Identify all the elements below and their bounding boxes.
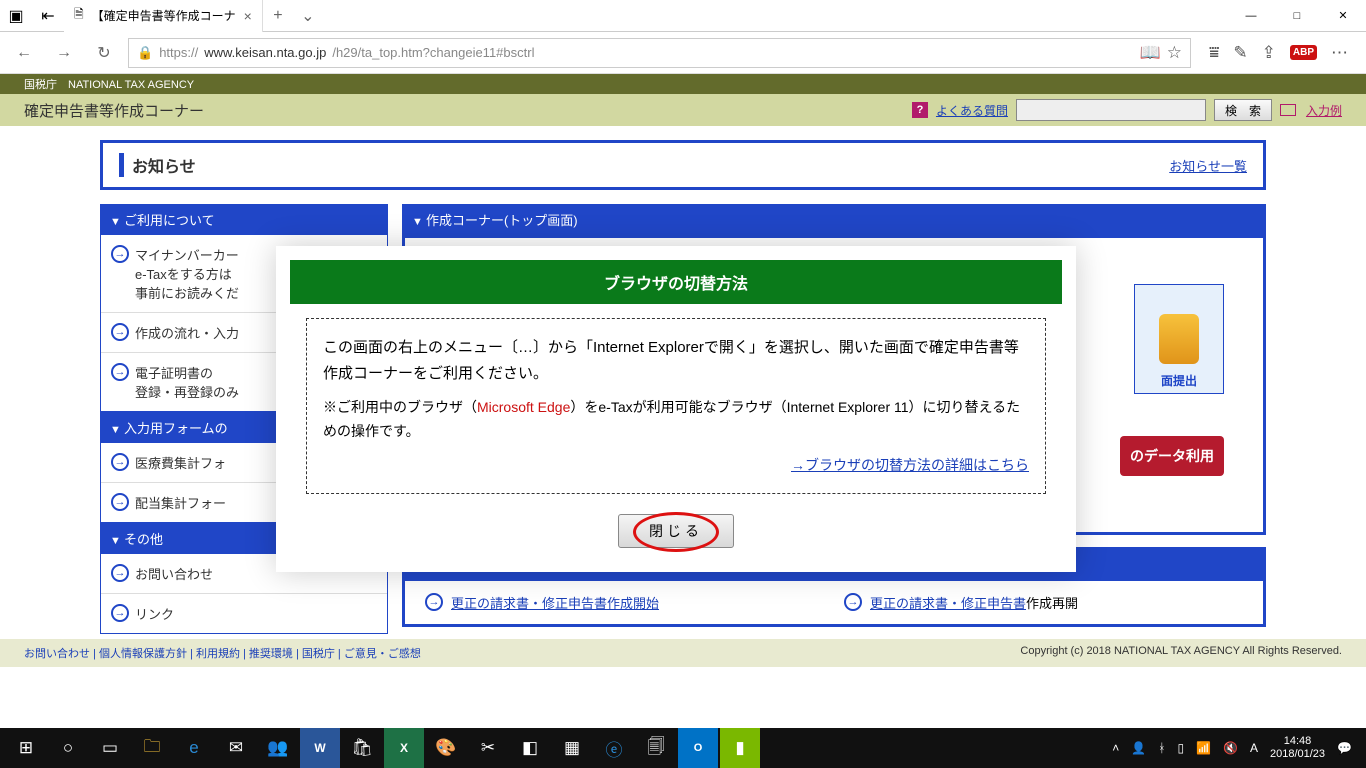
notification-icon[interactable]: 💬 <box>1337 741 1352 755</box>
correction-box: 更正の請求書・修正申告書作成開始 更正の請求書・修正申告書作成再開 <box>402 578 1266 627</box>
tab-title: 【確定申告書等作成コーナ <box>92 7 236 24</box>
sidebar-item-links[interactable]: リンク <box>101 594 387 633</box>
snip-icon[interactable]: ✂ <box>468 728 508 768</box>
favorite-star-icon[interactable]: ☆ <box>1167 43 1182 63</box>
wifi-icon[interactable]: 📶 <box>1196 741 1211 755</box>
modal-title: ブラウザの切替方法 <box>290 260 1062 304</box>
reload-button[interactable]: ↻ <box>88 37 120 69</box>
system-tray: ˄ 👤 ᚼ ▯ 📶 🔇 A 14:48 2018/01/23 💬 <box>1112 735 1360 761</box>
arrow-icon <box>111 564 129 582</box>
forward-button[interactable]: → <box>48 37 80 69</box>
people-icon[interactable]: 👥 <box>258 728 298 768</box>
paint-icon[interactable]: 🎨 <box>426 728 466 768</box>
taskbar: ⊞ ○ ▭ 🗀 e ✉ 👥 W 🛍 X 🎨 ✂ ◧ ▦ ⓔ 🗐 O ▮ ˄ 👤 … <box>0 728 1366 768</box>
correction-resume[interactable]: 更正の請求書・修正申告書作成再開 <box>844 593 1243 612</box>
url-field[interactable]: 🔒 https://www.keisan.nta.go.jp/h29/ta_to… <box>128 38 1191 68</box>
tab-chevron-icon[interactable]: ⌄ <box>293 6 323 26</box>
edge-icon[interactable]: e <box>174 728 214 768</box>
notice-title: お知らせ <box>119 153 196 177</box>
modal-p2: ※ご利用中のブラウザ（Microsoft Edge）をe-Taxが利用可能なブラ… <box>323 396 1029 444</box>
book-icon <box>1280 104 1296 116</box>
notes-icon[interactable]: ✎ <box>1233 43 1247 63</box>
sidebar-sec-usage[interactable]: ご利用について <box>100 204 388 235</box>
app-icon-3[interactable]: 🗐 <box>636 728 676 768</box>
arrow-icon <box>111 493 129 511</box>
character-icon <box>1159 314 1199 364</box>
browser-switch-modal: ブラウザの切替方法 この画面の右上のメニュー〔…〕から「Internet Exp… <box>276 246 1076 572</box>
submit-panel-peek: 面提出 <box>1134 284 1224 394</box>
window-titlebar: ▣ ⇤ 🗎 【確定申告書等作成コーナ × + ⌄ — □ ✕ <box>0 0 1366 32</box>
app-icon-2[interactable]: ▦ <box>552 728 592 768</box>
modal-body: この画面の右上のメニュー〔…〕から「Internet Explorerで開く」を… <box>306 318 1046 494</box>
arrow-icon <box>111 453 129 471</box>
clock[interactable]: 14:48 2018/01/23 <box>1270 735 1325 761</box>
abp-badge-icon[interactable]: ABP <box>1290 45 1317 60</box>
recent-icon[interactable]: ▣ <box>4 4 28 28</box>
volume-icon[interactable]: 🔇 <box>1223 741 1238 755</box>
modal-close-button[interactable]: 閉じる <box>618 514 734 548</box>
modal-detail-link[interactable]: →ブラウザの切替方法の詳細はこちら <box>323 454 1029 478</box>
arrow-icon <box>111 323 129 341</box>
arrow-icon <box>111 604 129 622</box>
store-icon[interactable]: 🛍 <box>342 728 382 768</box>
site-title-bar: 確定申告書等作成コーナー ? よくある質問 検 索 入力例 <box>0 94 1366 126</box>
more-menu-icon[interactable]: ⋯ <box>1331 43 1348 63</box>
app-icon-1[interactable]: ◧ <box>510 728 550 768</box>
agency-header: 国税庁 NATIONAL TAX AGENCY <box>0 74 1366 94</box>
arrow-icon <box>844 593 862 611</box>
lock-icon: 🔒 <box>137 45 153 61</box>
correction-start[interactable]: 更正の請求書・修正申告書作成開始 <box>425 593 824 612</box>
question-icon: ? <box>912 102 928 118</box>
arrow-icon <box>111 245 129 263</box>
taskview-icon[interactable]: ▭ <box>90 728 130 768</box>
page-title: 確定申告書等作成コーナー <box>24 100 204 121</box>
address-bar: ← → ↻ 🔒 https://www.keisan.nta.go.jp/h29… <box>0 32 1366 74</box>
favorites-hub-icon[interactable]: ⩸ <box>1209 43 1219 63</box>
arrow-icon <box>425 593 443 611</box>
main-top-header: 作成コーナー(トップ画面) <box>402 204 1266 235</box>
ime-icon[interactable]: A <box>1250 741 1258 755</box>
reading-icon[interactable]: 📖 <box>1140 43 1161 63</box>
word-icon[interactable]: W <box>300 728 340 768</box>
close-window-button[interactable]: ✕ <box>1320 0 1366 32</box>
mail-icon[interactable]: ✉ <box>216 728 256 768</box>
notice-box: お知らせ お知らせ一覧 <box>100 140 1266 190</box>
people-tray-icon[interactable]: 👤 <box>1131 741 1146 755</box>
data-use-button-peek[interactable]: のデータ利用 <box>1120 436 1224 476</box>
share-icon[interactable]: ⇪ <box>1262 43 1276 63</box>
ie-icon[interactable]: ⓔ <box>594 728 634 768</box>
notice-list-link[interactable]: お知らせ一覧 <box>1169 156 1247 175</box>
cortana-icon[interactable]: ○ <box>48 728 88 768</box>
back-button[interactable]: ← <box>8 37 40 69</box>
new-tab-button[interactable]: + <box>263 7 293 25</box>
faq-link[interactable]: よくある質問 <box>936 102 1008 119</box>
explorer-icon[interactable]: 🗀 <box>132 728 172 768</box>
minimize-button[interactable]: — <box>1228 0 1274 32</box>
app-icon-4[interactable]: ▮ <box>720 728 760 768</box>
excel-icon[interactable]: X <box>384 728 424 768</box>
tray-chevron-icon[interactable]: ˄ <box>1112 741 1119 755</box>
footer-links: お問い合わせ | 個人情報保護方針 | 利用規約 | 推奨環境 | 国税庁 | … <box>0 639 1366 667</box>
sidebar-toggle-icon[interactable]: ⇤ <box>36 4 60 28</box>
search-button[interactable]: 検 索 <box>1214 99 1272 121</box>
battery-icon[interactable]: ▯ <box>1177 741 1184 755</box>
copyright: Copyright (c) 2018 NATIONAL TAX AGENCY A… <box>1020 645 1342 657</box>
page-icon: 🗎 <box>74 5 84 26</box>
bluetooth-icon[interactable]: ᚼ <box>1158 741 1165 755</box>
maximize-button[interactable]: □ <box>1274 0 1320 32</box>
browser-tab[interactable]: 🗎 【確定申告書等作成コーナ × <box>64 0 263 32</box>
manual-link[interactable]: 入力例 <box>1306 102 1342 119</box>
search-input[interactable] <box>1016 99 1206 121</box>
tab-close-icon[interactable]: × <box>244 8 252 24</box>
arrow-icon <box>111 363 129 381</box>
modal-p1: この画面の右上のメニュー〔…〕から「Internet Explorerで開く」を… <box>323 335 1029 386</box>
start-button[interactable]: ⊞ <box>6 728 46 768</box>
outlook-icon[interactable]: O <box>678 728 718 768</box>
